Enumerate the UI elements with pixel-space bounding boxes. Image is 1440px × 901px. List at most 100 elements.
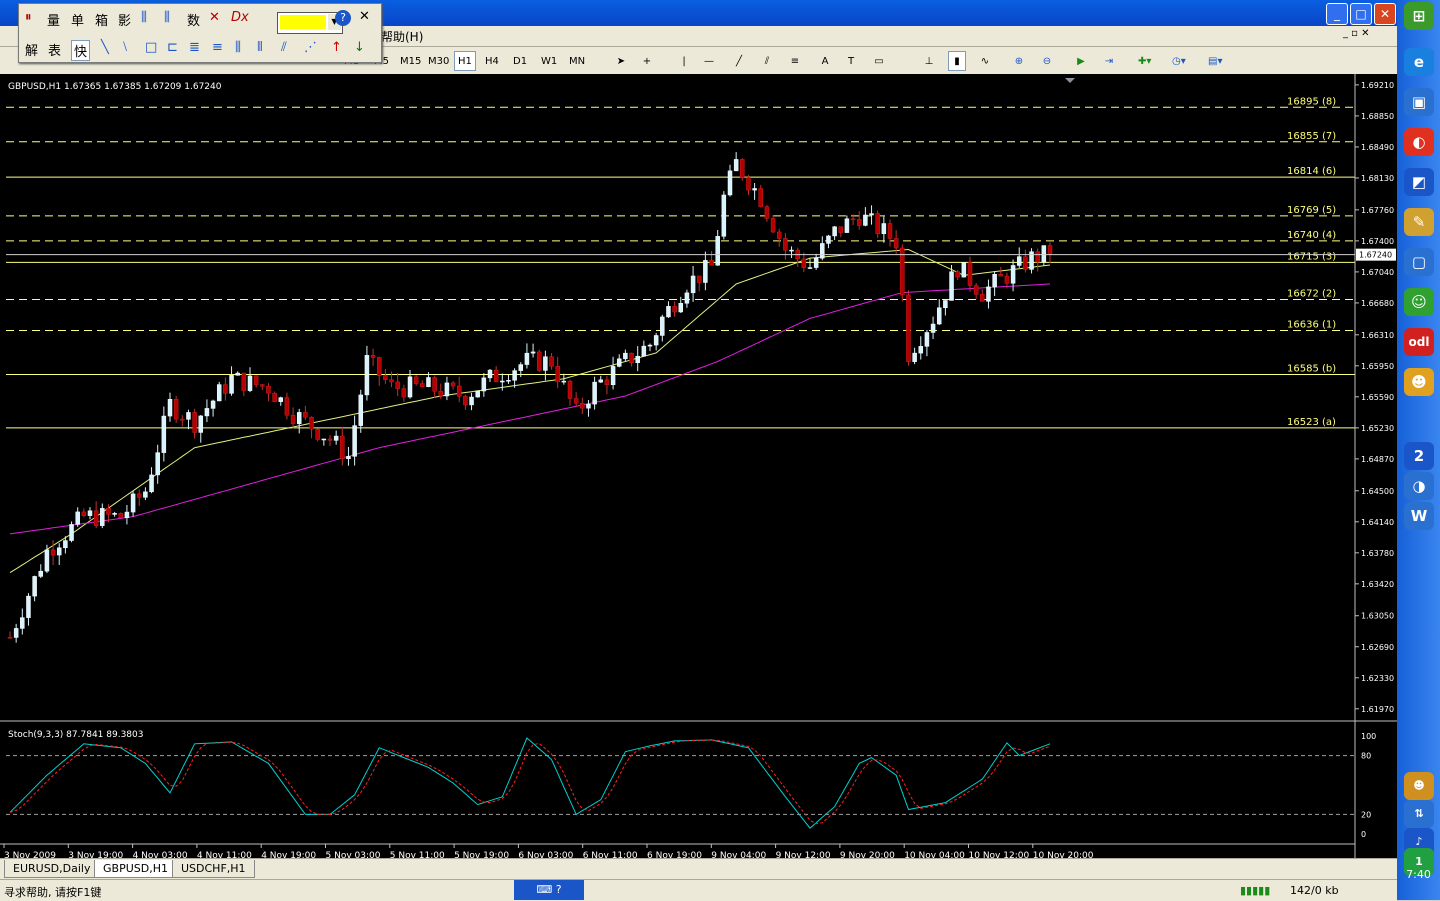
cross-icon[interactable]: ✕ — [209, 10, 220, 25]
histogram-icon[interactable]: ⫼ — [141, 10, 147, 25]
crosshair-tool-icon[interactable]: + — [638, 51, 656, 71]
candle-body — [863, 214, 868, 226]
music-icon[interactable]: ◐ — [1404, 128, 1434, 156]
fibo-icon[interactable]: ≡ — [786, 51, 804, 71]
minimize-button[interactable]: _ — [1326, 3, 1348, 25]
grid-icon[interactable]: ⫼ — [164, 10, 170, 25]
candle-chart-icon[interactable]: ▮ — [948, 51, 966, 71]
cursor-tool-icon[interactable]: ➤ — [612, 51, 630, 71]
symbol-label: GBPUSD,H1 1.67365 1.67385 1.67209 1.6724… — [8, 82, 222, 92]
tray-app-icon[interactable]: 2 — [1404, 442, 1434, 470]
vertical-line-icon[interactable]: | — [675, 51, 693, 71]
candle-body — [358, 394, 364, 426]
fib-levels-icon[interactable]: ≣ — [189, 40, 200, 55]
tool-6[interactable]: 解 — [25, 40, 38, 59]
pitchfork-icon[interactable]: ⫽ — [281, 40, 287, 55]
ime-icon[interactable]: ⌨ ? — [514, 880, 584, 900]
fib-expansion-icon[interactable]: ≡ — [212, 40, 223, 55]
timeframe-mn[interactable]: MN — [565, 51, 589, 71]
candle-body — [616, 358, 622, 367]
flag-icon[interactable]: ◩ — [1404, 168, 1434, 196]
indicators-icon[interactable]: ✚▾ — [1134, 51, 1155, 71]
timeframe-w1[interactable]: W1 — [537, 51, 561, 71]
timeframe-h1[interactable]: H1 — [454, 51, 476, 71]
chart-window[interactable]: 16895 (8) 16855 (7) 16814 (6) 16769 (5) 1674… — [0, 74, 1397, 861]
timeframe-m15[interactable]: M15 — [396, 51, 425, 71]
tool-5[interactable]: 数 — [187, 10, 200, 29]
level-label: 16814 (6) — [1287, 166, 1336, 177]
tool-candle-icon[interactable]: ⏸ — [25, 10, 32, 25]
fib-time-icon[interactable]: ⫼ — [235, 40, 241, 55]
candle-body — [641, 345, 647, 357]
tray-net-icon[interactable]: ⇅ — [1404, 800, 1434, 828]
timeframe-m30[interactable]: M30 — [424, 51, 453, 71]
menu-help[interactable]: 帮助(H) — [381, 28, 423, 45]
maximize-button[interactable]: □ — [1350, 3, 1372, 25]
tab-eurusd[interactable]: EURUSD,Daily — [4, 860, 100, 878]
text-label-icon[interactable]: T — [842, 51, 860, 71]
candle-body — [383, 375, 388, 380]
arrow-label-icon[interactable]: ▭ — [870, 51, 888, 71]
color-picker[interactable]: ▼ — [277, 12, 343, 34]
ie-icon[interactable]: e — [1404, 48, 1434, 76]
timeframe-d1[interactable]: D1 — [509, 51, 531, 71]
channel-icon[interactable]: ⫽ — [758, 51, 776, 71]
candle-body — [303, 412, 308, 418]
horizontal-line-icon[interactable]: — — [700, 51, 718, 71]
pencils-icon[interactable]: ✎ — [1404, 208, 1434, 236]
cycle-lines-icon[interactable]: ⦀ — [257, 40, 263, 55]
line-chart-icon[interactable]: ∿ — [976, 51, 994, 71]
double-line-icon[interactable]: ⧵ — [123, 40, 127, 55]
fan-icon[interactable]: ⋰ — [304, 40, 317, 55]
label-icon[interactable]: ⊏ — [167, 40, 178, 55]
messenger-icon[interactable]: ☺ — [1404, 288, 1434, 316]
rectangle-icon[interactable]: □ — [145, 40, 157, 55]
text-icon[interactable]: A — [816, 51, 834, 71]
tab-gbpusd[interactable]: GBPUSD,H1 — [94, 860, 177, 878]
help-icon[interactable]: ? — [335, 10, 351, 26]
periods-icon[interactable]: ◷▾ — [1168, 51, 1190, 71]
arrow-down-icon[interactable]: ↓ — [354, 40, 365, 55]
line-tool-icon[interactable]: ╲ — [101, 40, 109, 55]
candle-body — [647, 344, 653, 347]
timeframe-h4[interactable]: H4 — [481, 51, 503, 71]
level-label: 16585 (b) — [1287, 363, 1336, 374]
restore-icon[interactable]: _ ▫ ✕ — [1343, 28, 1370, 39]
window-icon[interactable]: ▢ — [1404, 248, 1434, 276]
price-tick-label: 1.64140 — [1361, 518, 1394, 527]
candle-body — [973, 285, 979, 295]
zoom-in-icon[interactable]: ⊕ — [1010, 51, 1028, 71]
dx-icon[interactable]: Dx — [231, 10, 249, 25]
candle-body — [235, 372, 240, 376]
candle-body — [936, 307, 942, 325]
odl-icon[interactable]: odl — [1404, 328, 1434, 356]
candle-body — [112, 513, 117, 515]
candle-body — [906, 294, 911, 362]
candle-body — [924, 332, 930, 347]
tool-2[interactable]: 单 — [71, 10, 84, 29]
qq-icon[interactable]: ☻ — [1404, 368, 1434, 396]
app-icon[interactable]: ▣ — [1404, 88, 1434, 116]
tray-qq-icon[interactable]: ☻ — [1404, 772, 1434, 800]
auto-scroll-icon[interactable]: ▶ — [1072, 51, 1090, 71]
tab-usdchf[interactable]: USDCHF,H1 — [172, 860, 255, 878]
bar-chart-icon[interactable]: ⊥ — [920, 51, 938, 71]
tool-4[interactable]: 影 — [118, 10, 131, 29]
tool-1[interactable]: 量 — [47, 10, 60, 29]
candle-body — [161, 415, 167, 453]
trendline-icon[interactable]: ╱ — [730, 51, 748, 71]
shift-marker-icon — [1065, 78, 1075, 83]
tool-8[interactable]: 快 — [71, 40, 91, 61]
zoom-out-icon[interactable]: ⊖ — [1038, 51, 1056, 71]
tray-media-icon[interactable]: ◑ — [1404, 472, 1434, 500]
chart-shift-icon[interactable]: ⇥ — [1100, 51, 1118, 71]
close-window-button[interactable]: ✕ — [1374, 3, 1396, 25]
templates-icon[interactable]: ▤▾ — [1204, 51, 1226, 71]
tool-7[interactable]: 表 — [48, 40, 61, 59]
arrow-up-icon[interactable]: ↑ — [331, 40, 342, 55]
close-icon[interactable]: ✕ — [359, 9, 370, 24]
start-icon[interactable]: ⊞ — [1404, 2, 1434, 30]
tool-3[interactable]: 箱 — [95, 10, 108, 29]
word-icon[interactable]: W — [1404, 502, 1434, 530]
time-tick-label: 5 Nov 11:00 — [390, 851, 445, 858]
